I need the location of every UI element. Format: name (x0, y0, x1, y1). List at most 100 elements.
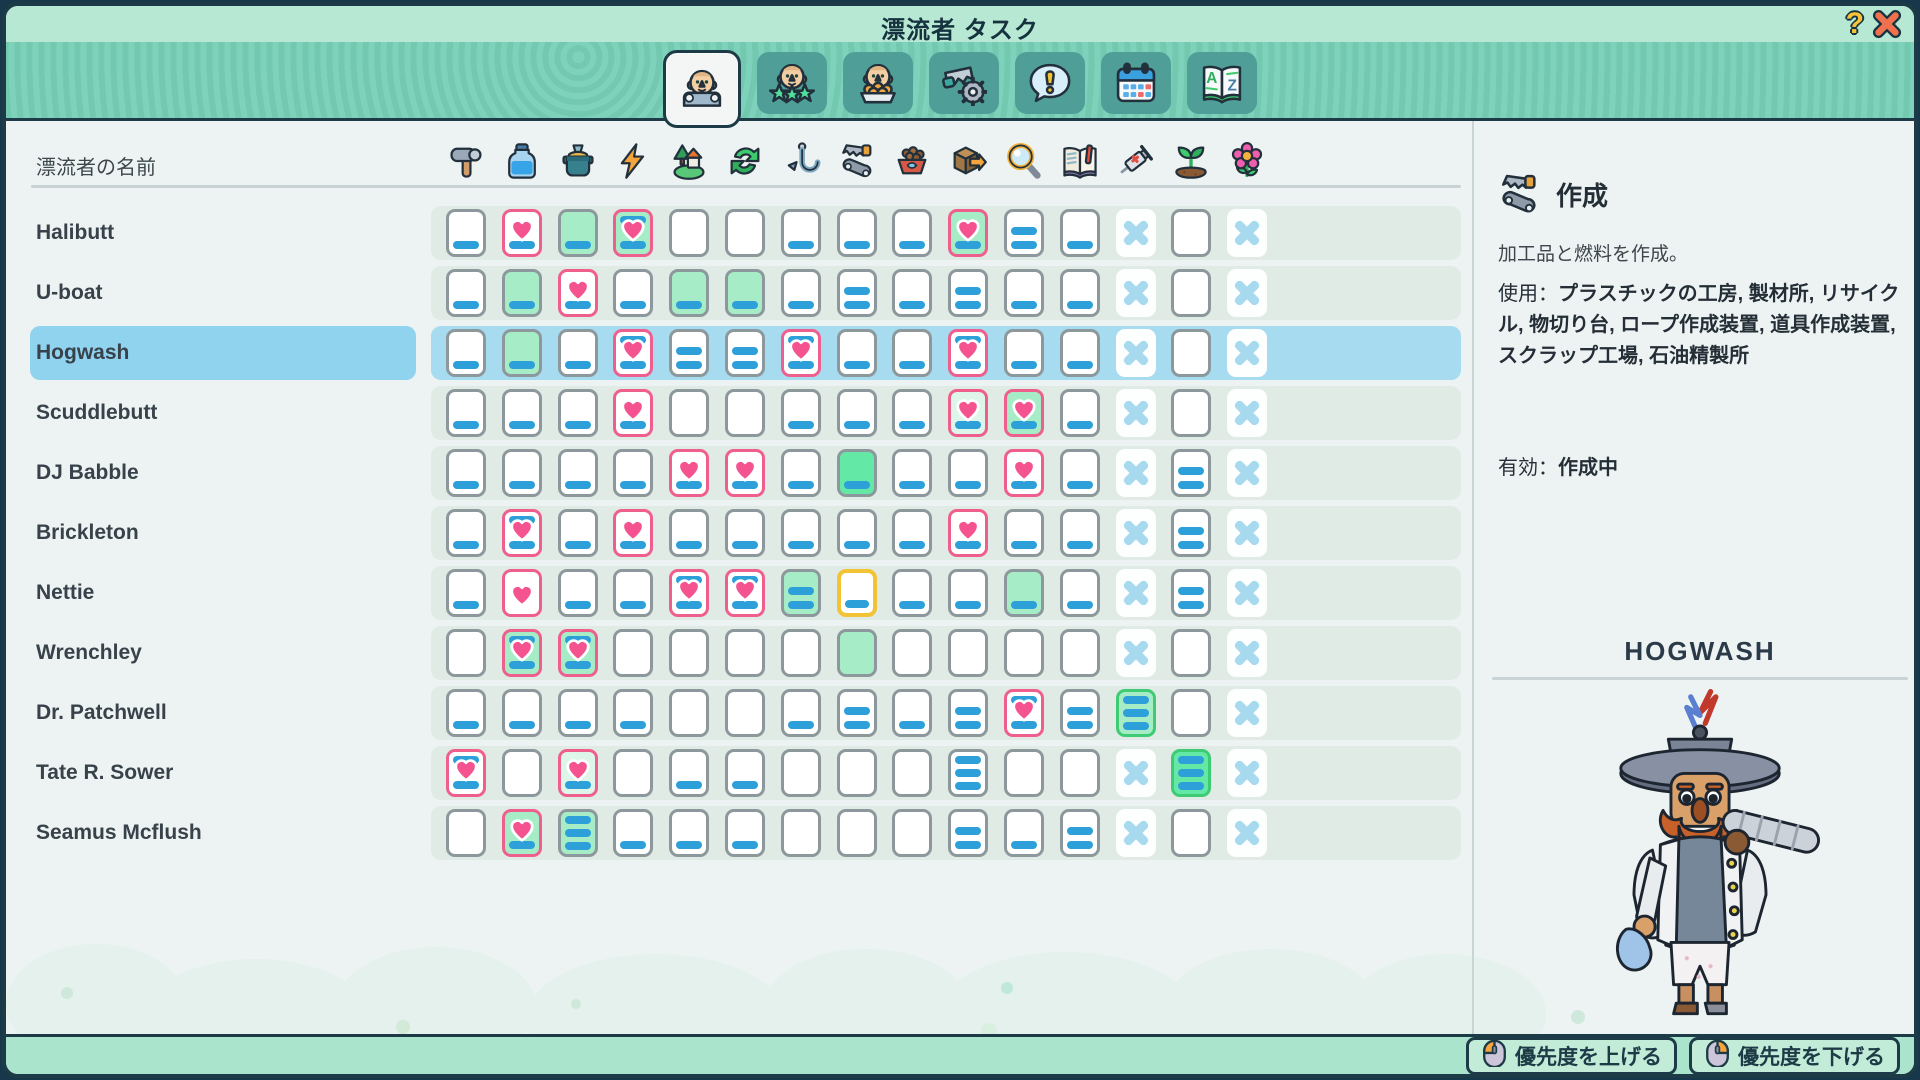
task-cell[interactable] (1227, 209, 1267, 257)
task-cell[interactable] (781, 509, 821, 557)
water-bottle-icon[interactable] (502, 141, 542, 181)
task-cell[interactable] (948, 389, 988, 437)
task-cell[interactable] (781, 329, 821, 377)
task-cell[interactable] (948, 569, 988, 617)
task-cell[interactable] (613, 629, 653, 677)
task-cell[interactable] (725, 569, 765, 617)
task-cell[interactable] (558, 749, 598, 797)
lower-priority-button[interactable]: 優先度を下げる (1689, 1037, 1900, 1075)
task-cell[interactable] (1116, 569, 1156, 617)
task-cell[interactable] (1227, 749, 1267, 797)
task-cell[interactable] (669, 809, 709, 857)
drifter-name[interactable]: DJ Babble (36, 446, 139, 500)
task-cell[interactable] (1004, 689, 1044, 737)
task-cell[interactable] (1116, 509, 1156, 557)
task-cell[interactable] (446, 569, 486, 617)
syringe-icon[interactable] (1116, 141, 1156, 181)
task-cell[interactable] (948, 629, 988, 677)
task-cell[interactable] (1227, 269, 1267, 317)
task-cell[interactable] (837, 509, 877, 557)
task-cell[interactable] (1004, 209, 1044, 257)
task-cell[interactable] (502, 209, 542, 257)
task-cell[interactable] (948, 449, 988, 497)
task-cell[interactable] (613, 689, 653, 737)
task-cell[interactable] (892, 689, 932, 737)
task-cell[interactable] (1004, 509, 1044, 557)
hammer-icon[interactable] (446, 141, 486, 181)
cooking-pot-icon[interactable] (558, 141, 598, 181)
task-cell[interactable] (558, 269, 598, 317)
task-cell[interactable] (669, 389, 709, 437)
task-cell[interactable] (892, 389, 932, 437)
task-cell[interactable] (1004, 389, 1044, 437)
task-cell[interactable] (558, 209, 598, 257)
drifter-name[interactable]: U-boat (36, 266, 103, 320)
task-cell[interactable] (948, 329, 988, 377)
task-cell[interactable] (558, 629, 598, 677)
task-cell[interactable] (1060, 809, 1100, 857)
task-cell[interactable] (669, 269, 709, 317)
task-cell[interactable] (948, 749, 988, 797)
task-cell[interactable] (1171, 629, 1211, 677)
task-cell[interactable] (1171, 809, 1211, 857)
task-cell[interactable] (1004, 269, 1044, 317)
task-cell[interactable] (1004, 329, 1044, 377)
task-cell[interactable] (502, 509, 542, 557)
task-cell[interactable] (669, 749, 709, 797)
task-cell[interactable] (1060, 389, 1100, 437)
task-cell[interactable] (1171, 389, 1211, 437)
task-cell[interactable] (1171, 269, 1211, 317)
energy-icon[interactable] (613, 141, 653, 181)
task-cell[interactable] (1227, 569, 1267, 617)
task-cell[interactable] (1227, 449, 1267, 497)
crafting-icon[interactable] (837, 141, 877, 181)
task-cell[interactable] (892, 509, 932, 557)
task-cell[interactable] (446, 509, 486, 557)
task-cell[interactable] (1060, 569, 1100, 617)
task-cell[interactable] (725, 329, 765, 377)
help-icon[interactable]: ? (1846, 7, 1864, 41)
task-cell[interactable] (502, 569, 542, 617)
tab-calendar[interactable] (1101, 52, 1171, 114)
task-cell[interactable] (558, 509, 598, 557)
task-cell[interactable] (725, 209, 765, 257)
task-cell[interactable] (892, 749, 932, 797)
task-cell[interactable] (613, 809, 653, 857)
pet-food-icon[interactable] (892, 141, 932, 181)
task-cell[interactable] (613, 569, 653, 617)
task-cell[interactable] (1116, 389, 1156, 437)
task-cell[interactable] (446, 269, 486, 317)
task-cell[interactable] (669, 689, 709, 737)
task-cell[interactable] (892, 629, 932, 677)
task-cell[interactable] (502, 689, 542, 737)
task-cell[interactable] (1004, 749, 1044, 797)
task-cell[interactable] (892, 449, 932, 497)
raise-priority-button[interactable]: 優先度を上げる (1466, 1037, 1677, 1075)
task-cell[interactable] (1171, 509, 1211, 557)
task-cell[interactable] (558, 809, 598, 857)
task-cell[interactable] (892, 569, 932, 617)
task-cell[interactable] (837, 749, 877, 797)
task-cell[interactable] (837, 569, 877, 617)
task-cell[interactable] (613, 389, 653, 437)
close-icon[interactable] (1872, 9, 1902, 39)
task-cell[interactable] (1004, 449, 1044, 497)
tab-person-wrench[interactable] (663, 50, 741, 128)
task-cell[interactable] (558, 329, 598, 377)
task-cell[interactable] (558, 569, 598, 617)
task-cell[interactable] (781, 749, 821, 797)
task-cell[interactable] (446, 749, 486, 797)
task-cell[interactable] (1116, 629, 1156, 677)
task-cell[interactable] (1060, 269, 1100, 317)
tab-person-stars[interactable] (757, 52, 827, 114)
task-cell[interactable] (502, 809, 542, 857)
task-cell[interactable] (1004, 569, 1044, 617)
journal-icon[interactable] (1060, 141, 1100, 181)
task-cell[interactable] (613, 329, 653, 377)
magnifier-icon[interactable] (1004, 141, 1044, 181)
task-cell[interactable] (1116, 809, 1156, 857)
task-cell[interactable] (502, 629, 542, 677)
recycle-icon[interactable] (725, 141, 765, 181)
task-cell[interactable] (892, 329, 932, 377)
task-cell[interactable] (948, 689, 988, 737)
